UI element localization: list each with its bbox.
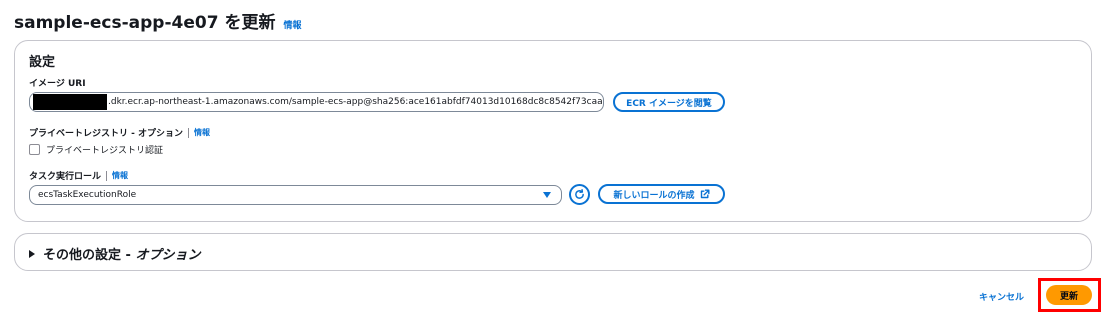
redacted-account-id xyxy=(33,94,107,110)
other-settings-title-main: その他の設定 - xyxy=(43,248,136,263)
update-button[interactable]: 更新 xyxy=(1046,285,1092,305)
image-uri-label: イメージ URI xyxy=(29,79,86,89)
create-new-role-button[interactable]: 新しいロールの作成 xyxy=(598,184,725,204)
caret-down-icon xyxy=(543,192,551,198)
update-button-label: 更新 xyxy=(1059,291,1078,302)
caret-right-icon xyxy=(29,249,35,258)
image-uri-input[interactable]: .dkr.ecr.ap-northeast-1.amazonaws.com/sa… xyxy=(29,92,604,112)
task-role-select[interactable]: ecsTaskExecutionRole xyxy=(29,185,562,205)
private-registry-auth-checkbox[interactable] xyxy=(29,144,40,155)
other-settings-title-optional: オプション xyxy=(135,248,201,263)
header-info-link[interactable]: 情報 xyxy=(283,18,301,31)
private-registry-auth-label[interactable]: プライベートレジストリ認証 xyxy=(46,143,163,156)
page-title: sample-ecs-app-4e07 を更新 xyxy=(14,13,276,33)
refresh-icon xyxy=(575,189,584,199)
other-settings-panel: その他の設定 - オプション xyxy=(14,233,1092,271)
page-header: sample-ecs-app-4e07 を更新 情報 xyxy=(14,8,301,33)
browse-ecr-images-label: ECR イメージを閲覧 xyxy=(626,98,712,109)
create-new-role-label: 新しいロールの作成 xyxy=(613,190,695,201)
private-registry-label: プライベートレジストリ - オプション xyxy=(29,129,184,139)
task-role-label: タスク実行ロール xyxy=(29,172,102,182)
image-uri-label-row: イメージ URI xyxy=(29,76,86,89)
settings-title: 設定 xyxy=(29,55,56,70)
private-registry-auth-option[interactable]: プライベートレジストリ認証 xyxy=(29,143,163,156)
private-registry-label-row: プライベートレジストリ - オプション 情報 xyxy=(29,126,210,139)
task-role-selected-value: ecsTaskExecutionRole xyxy=(38,190,137,200)
other-settings-title: その他の設定 - オプション xyxy=(43,244,200,263)
other-settings-expand-toggle[interactable]: その他の設定 - オプション xyxy=(29,244,200,263)
cancel-button[interactable]: キャンセル xyxy=(979,290,1024,303)
browse-ecr-images-button[interactable]: ECR イメージを閲覧 xyxy=(613,92,725,112)
settings-panel: 設定 イメージ URI .dkr.ecr.ap-northeast-1.amaz… xyxy=(14,40,1092,222)
task-role-info-link[interactable]: 情報 xyxy=(112,170,128,181)
private-registry-info-link[interactable]: 情報 xyxy=(194,127,210,138)
external-link-icon xyxy=(700,189,709,199)
image-uri-value: .dkr.ecr.ap-northeast-1.amazonaws.com/sa… xyxy=(108,97,604,107)
label-separator xyxy=(188,127,190,138)
refresh-roles-button[interactable] xyxy=(569,184,590,205)
task-role-label-row: タスク実行ロール 情報 xyxy=(29,169,128,182)
label-separator xyxy=(106,170,108,181)
